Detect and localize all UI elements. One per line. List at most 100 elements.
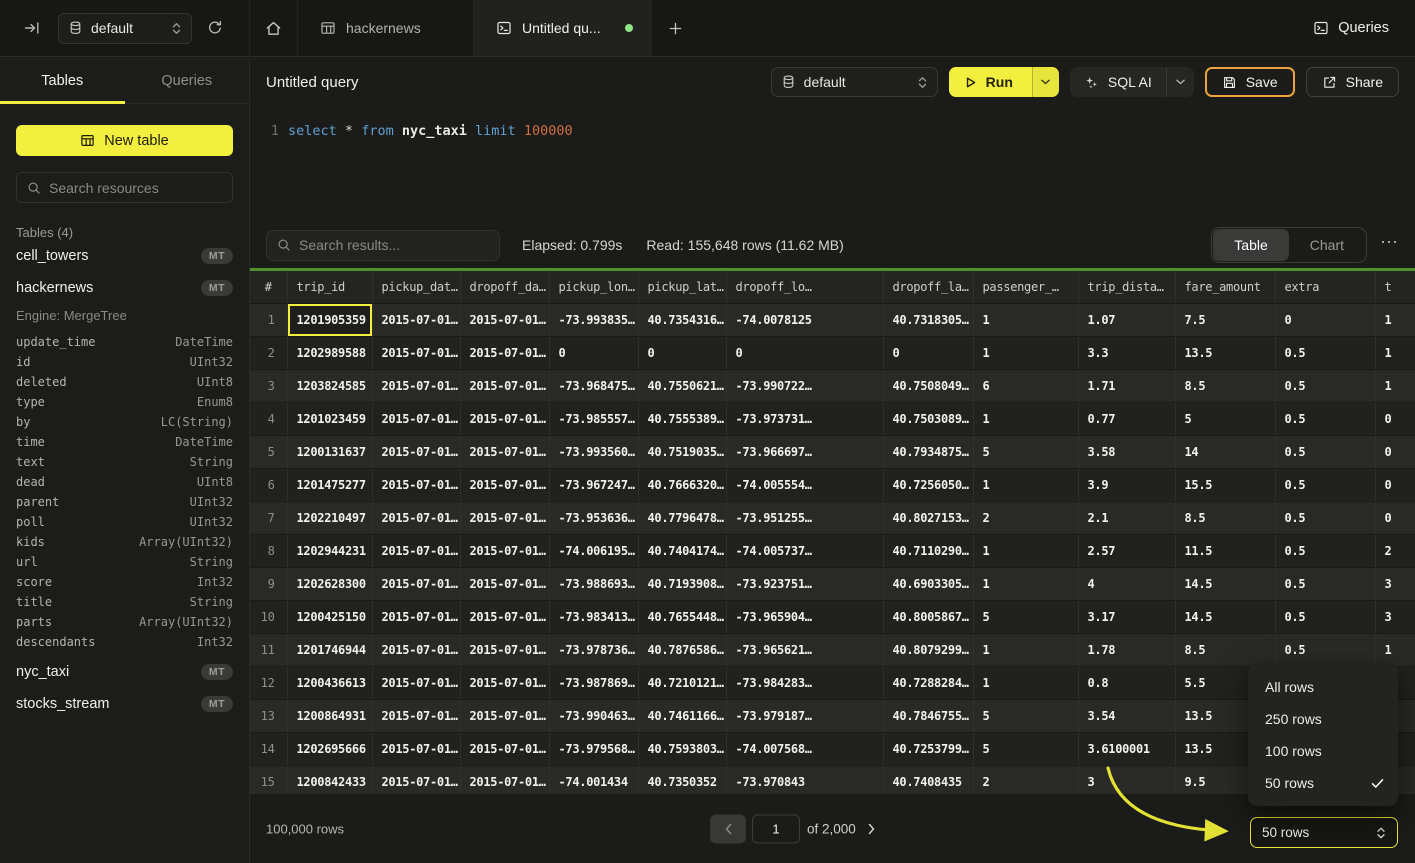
table-cell[interactable]: 40.7846755… (883, 699, 973, 732)
next-page-button[interactable] (868, 823, 875, 834)
table-cell[interactable]: 3.3 (1078, 336, 1175, 369)
row-number-cell[interactable]: 3 (250, 369, 287, 402)
column-header-row-number[interactable]: # (250, 271, 287, 303)
page-size-option-all-rows[interactable]: All rows (1248, 671, 1398, 703)
table-cell[interactable]: 1200842433 (287, 765, 372, 793)
table-cell[interactable]: 1200131637 (287, 435, 372, 468)
table-cell[interactable]: 2015-07-01… (460, 633, 549, 666)
queries-button[interactable]: Queries (1313, 0, 1415, 56)
table-cell[interactable]: 7.5 (1175, 303, 1275, 336)
column-header-pickup_dat[interactable]: pickup_dat… (372, 271, 460, 303)
table-cell[interactable]: 40.7253799… (883, 732, 973, 765)
table-cell[interactable]: 2015-07-01… (372, 765, 460, 793)
table-cell[interactable]: 0.5 (1275, 468, 1375, 501)
row-number-cell[interactable]: 11 (250, 633, 287, 666)
table-cell[interactable]: 15.5 (1175, 468, 1275, 501)
table-cell[interactable]: -73.979568… (549, 732, 638, 765)
table-cell[interactable]: 1 (1375, 633, 1415, 666)
table-cell[interactable]: 40.7210121… (638, 666, 726, 699)
row-number-cell[interactable]: 8 (250, 534, 287, 567)
table-cell[interactable]: 14 (1175, 435, 1275, 468)
table-cell[interactable]: 2015-07-01… (460, 534, 549, 567)
table-cell[interactable]: -74.001434 (549, 765, 638, 793)
table-cell[interactable]: -73.968475… (549, 369, 638, 402)
table-cell[interactable]: 3.6100001 (1078, 732, 1175, 765)
row-number-cell[interactable]: 9 (250, 567, 287, 600)
table-cell[interactable]: 40.8005867… (883, 600, 973, 633)
table-cell[interactable]: 0.5 (1275, 567, 1375, 600)
table-cell[interactable]: 0 (1375, 501, 1415, 534)
table-cell[interactable]: 2015-07-01… (372, 402, 460, 435)
table-cell[interactable]: 6 (973, 369, 1078, 402)
table-cell[interactable]: 40.7404174… (638, 534, 726, 567)
page-size-option-50-rows[interactable]: 50 rows (1248, 767, 1398, 799)
sql-editor[interactable]: 1 select * from nyc_taxi limit 100000 (250, 106, 1415, 222)
table-cell[interactable]: 40.7519035… (638, 435, 726, 468)
table-cell[interactable]: 1200864931 (287, 699, 372, 732)
table-cell[interactable]: 1 (973, 534, 1078, 567)
table-cell[interactable]: 0.5 (1275, 501, 1375, 534)
table-cell[interactable]: -74.005554… (726, 468, 883, 501)
save-button[interactable]: Save (1205, 67, 1295, 97)
table-cell[interactable]: 0.5 (1275, 435, 1375, 468)
table-cell[interactable]: 2015-07-01… (460, 501, 549, 534)
table-cell[interactable]: 40.7503089… (883, 402, 973, 435)
row-number-cell[interactable]: 10 (250, 600, 287, 633)
table-cell[interactable]: 1202695666 (287, 732, 372, 765)
table-cell[interactable]: 2015-07-01… (372, 666, 460, 699)
table-cell[interactable]: 1202944231 (287, 534, 372, 567)
table-cell[interactable]: 5 (973, 699, 1078, 732)
column-header-trip_dista[interactable]: trip_dista… (1078, 271, 1175, 303)
table-cell[interactable]: 40.7354316… (638, 303, 726, 336)
table-cell[interactable]: 2015-07-01… (372, 336, 460, 369)
table-cell[interactable]: 1 (973, 303, 1078, 336)
new-tab-button[interactable] (652, 0, 698, 56)
row-number-cell[interactable]: 6 (250, 468, 287, 501)
sidebar-tab-queries[interactable]: Queries (125, 58, 250, 103)
table-cell[interactable]: -73.965621… (726, 633, 883, 666)
table-cell[interactable]: 40.7666320… (638, 468, 726, 501)
row-number-cell[interactable]: 13 (250, 699, 287, 732)
table-cell[interactable]: 0.5 (1275, 402, 1375, 435)
table-cell[interactable]: 1201023459 (287, 402, 372, 435)
sidebar-search[interactable] (16, 172, 233, 203)
sidebar-table-cell_towers[interactable]: cell_towers MT (16, 240, 233, 272)
page-size-option-100-rows[interactable]: 100 rows (1248, 735, 1398, 767)
table-cell[interactable]: 2 (973, 765, 1078, 793)
sidebar-table-hackernews[interactable]: hackernews MT (16, 272, 233, 304)
table-cell[interactable]: -73.965904… (726, 600, 883, 633)
table-cell[interactable]: 2 (1375, 534, 1415, 567)
toggle-chart[interactable]: Chart (1289, 229, 1365, 261)
table-cell[interactable]: -73.973731… (726, 402, 883, 435)
table-cell[interactable]: -73.988693… (549, 567, 638, 600)
share-button[interactable]: Share (1306, 67, 1399, 97)
row-number-cell[interactable]: 7 (250, 501, 287, 534)
column-header-dropoff_da[interactable]: dropoff_da… (460, 271, 549, 303)
table-cell[interactable]: 2015-07-01… (372, 567, 460, 600)
table-cell[interactable]: -73.990463… (549, 699, 638, 732)
table-cell[interactable]: 3 (1078, 765, 1175, 793)
table-cell[interactable]: 3 (1375, 600, 1415, 633)
table-cell[interactable]: 2015-07-01… (372, 303, 460, 336)
table-cell[interactable]: 2015-07-01… (460, 666, 549, 699)
table-cell[interactable]: 0.77 (1078, 402, 1175, 435)
table-cell[interactable]: 2015-07-01… (460, 303, 549, 336)
table-cell[interactable]: 1 (973, 402, 1078, 435)
table-cell[interactable]: 1 (973, 633, 1078, 666)
table-cell[interactable]: 3 (1375, 567, 1415, 600)
table-cell[interactable]: 2015-07-01… (372, 468, 460, 501)
table-cell[interactable]: 2015-07-01… (372, 699, 460, 732)
table-cell[interactable]: 40.7193908… (638, 567, 726, 600)
table-cell[interactable]: -73.983413… (549, 600, 638, 633)
table-cell[interactable]: 40.7593803… (638, 732, 726, 765)
table-cell[interactable]: 1200425150 (287, 600, 372, 633)
table-cell[interactable]: 0 (1275, 303, 1375, 336)
table-cell[interactable]: 2015-07-01… (460, 600, 549, 633)
table-cell[interactable]: 2015-07-01… (372, 633, 460, 666)
table-cell[interactable]: 0.8 (1078, 666, 1175, 699)
table-cell[interactable]: 2015-07-01… (372, 501, 460, 534)
table-cell[interactable]: 8.5 (1175, 501, 1275, 534)
table-cell[interactable]: 2015-07-01… (372, 369, 460, 402)
table-cell[interactable]: 1201746944 (287, 633, 372, 666)
tab-hackernews[interactable]: hackernews (298, 0, 474, 56)
